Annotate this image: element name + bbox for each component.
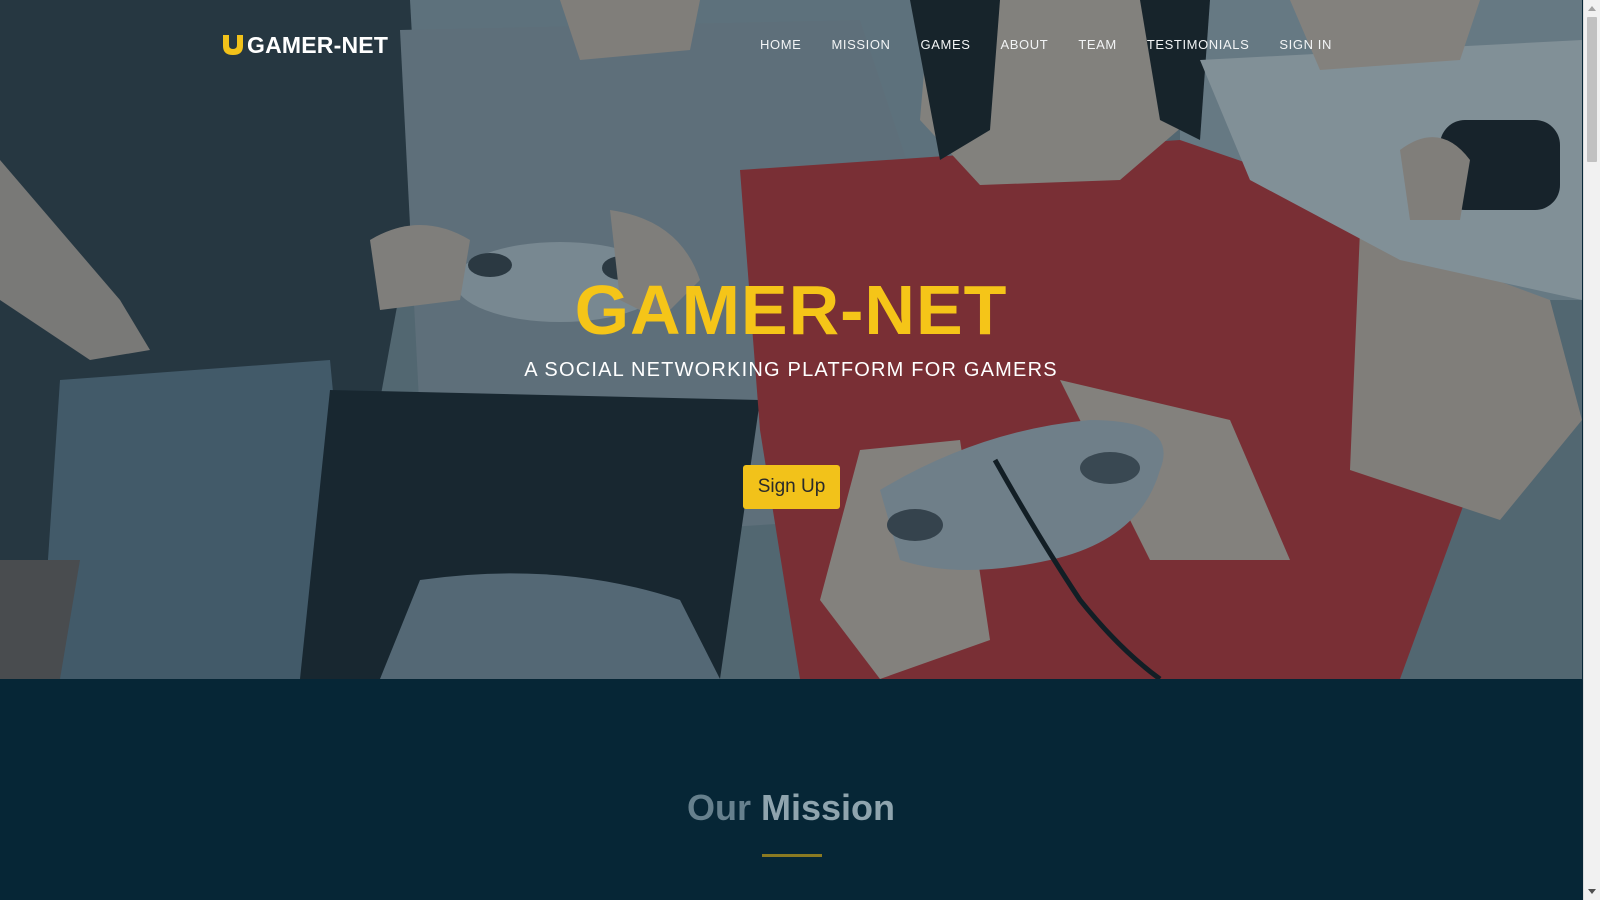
sign-up-button[interactable]: Sign Up (743, 465, 840, 509)
horseshoe-u-logo-icon (223, 35, 243, 55)
scrollbar-thumb[interactable] (1587, 17, 1597, 162)
page: GAMER-NET HOME MISSION GAMES ABOUT TEAM … (0, 0, 1582, 900)
nav-testimonials[interactable]: TESTIMONIALS (1132, 36, 1265, 54)
mission-heading-light: Our (686, 787, 751, 828)
hero-subtitle: A SOCIAL NETWORKING PLATFORM FOR GAMERS (524, 359, 1058, 381)
nav-team[interactable]: TEAM (1063, 36, 1132, 54)
brand-name: GAMER-NET (247, 31, 389, 58)
nav-sign-in[interactable]: SIGN IN (1264, 36, 1347, 54)
nav-mission[interactable]: MISSION (816, 36, 905, 54)
mission-heading: Our Mission (0, 787, 1582, 829)
mission-heading-bold: Mission (761, 787, 896, 828)
scroll-up-arrow-icon[interactable] (1588, 6, 1596, 11)
nav-home[interactable]: HOME (745, 36, 816, 54)
hero-title: GAMER-NET (574, 271, 1008, 349)
mission-section: Our Mission (0, 679, 1582, 900)
brand-logo-link[interactable]: GAMER-NET (222, 30, 388, 60)
mission-divider (762, 854, 822, 857)
nav-games[interactable]: GAMES (906, 36, 986, 54)
main-nav: HOME MISSION GAMES ABOUT TEAM TESTIMONIA… (745, 36, 1347, 54)
vertical-scrollbar[interactable] (1583, 0, 1600, 900)
nav-about[interactable]: ABOUT (986, 36, 1064, 54)
scroll-down-arrow-icon[interactable] (1588, 889, 1596, 894)
hero-section: GAMER-NET HOME MISSION GAMES ABOUT TEAM … (0, 0, 1582, 679)
